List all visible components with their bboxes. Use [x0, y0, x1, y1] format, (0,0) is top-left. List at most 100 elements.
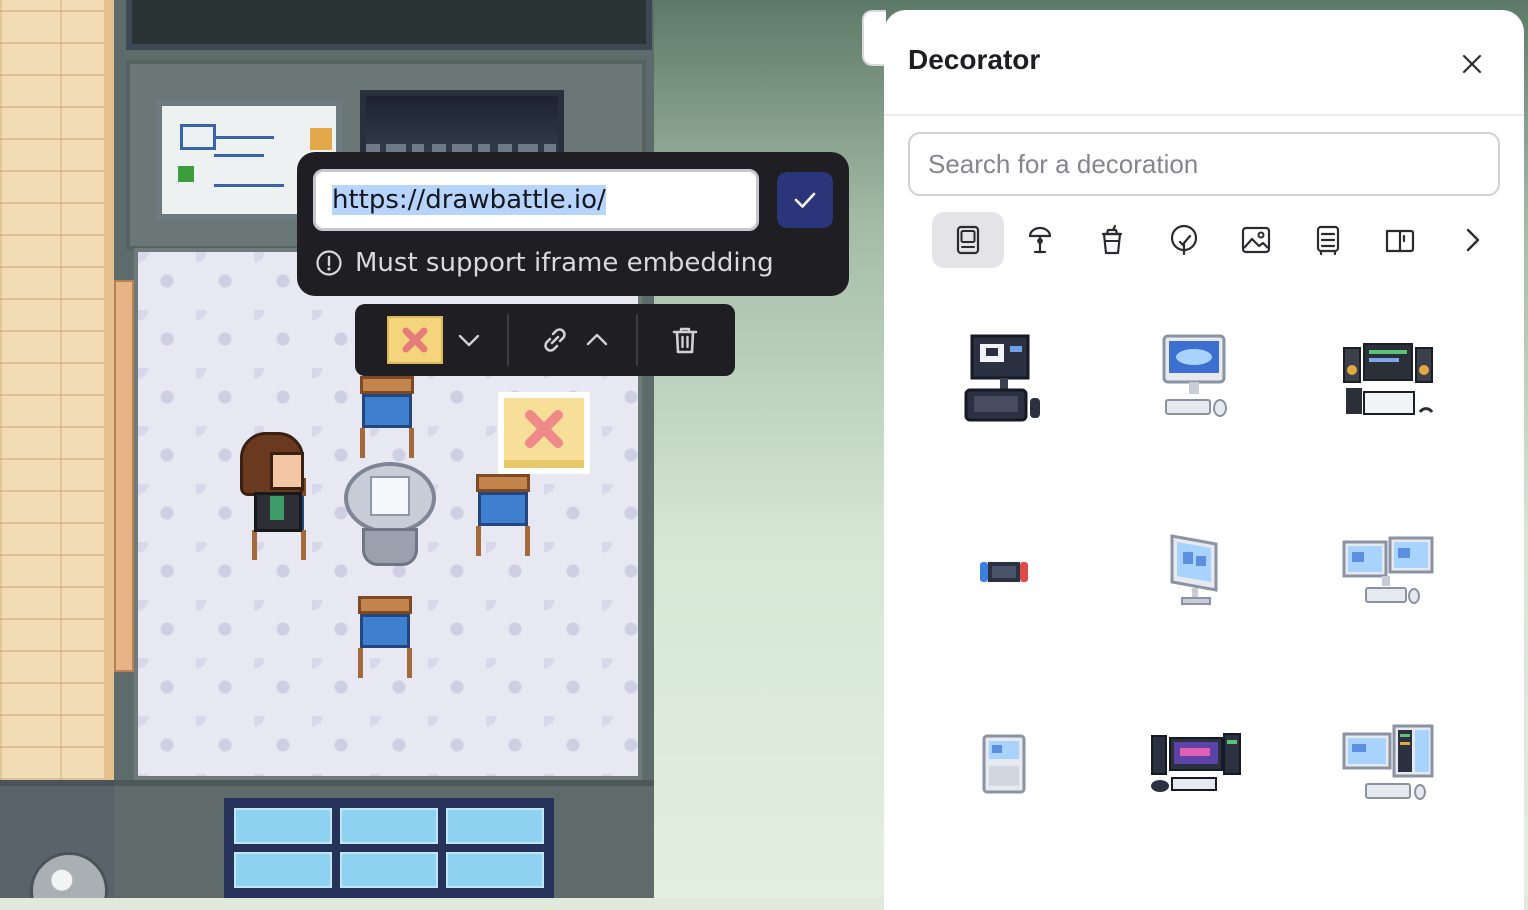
toolbar-separator: [636, 314, 638, 366]
decoration-tablet-keyboard[interactable]: [924, 694, 1084, 834]
broken-embed-icon: [402, 327, 428, 353]
book-icon: [1385, 229, 1415, 253]
category-next-button[interactable]: [1436, 212, 1508, 268]
url-popover: https://drawbattle.io/ Must support ifra…: [297, 152, 849, 296]
url-hint: Must support iframe embedding: [315, 248, 774, 278]
decoration-gaming-setup[interactable]: [1116, 694, 1276, 834]
shelf-icon: [1316, 225, 1340, 256]
brick-wall: [0, 0, 114, 780]
panel-divider: [884, 114, 1524, 116]
panel-title: Decorator: [908, 44, 1041, 75]
player-avatar[interactable]: [240, 432, 312, 552]
close-panel-button[interactable]: [1452, 44, 1492, 84]
whiteboard-box-drawing: [180, 124, 216, 150]
brick-wall-edge: [104, 0, 114, 780]
category-tab-book[interactable]: [1364, 212, 1436, 268]
blue-window: [224, 798, 554, 898]
chevron-down-icon: [458, 334, 480, 347]
whiteboard-line: [214, 154, 264, 157]
chair-seat: [362, 394, 412, 428]
decoration-computer-workstation[interactable]: [924, 310, 1084, 450]
decorator-panel: Decorator: [884, 10, 1524, 910]
chair[interactable]: [354, 596, 416, 678]
decoration-dual-monitor-server[interactable]: [1308, 694, 1468, 834]
imac-desktop-icon: [1162, 334, 1227, 417]
category-tab-shelf[interactable]: [1292, 212, 1364, 268]
gaming-setup-icon: [1151, 733, 1241, 792]
chair-seat: [360, 614, 410, 648]
whiteboard-note: [310, 128, 332, 150]
broken-embed-icon: [525, 410, 563, 448]
embed-object-selected[interactable]: [498, 392, 590, 474]
window-pane: [446, 808, 544, 844]
lamp-icon: [1028, 226, 1052, 254]
chevron-up-icon: [586, 333, 608, 346]
decoration-dual-monitor[interactable]: [1308, 502, 1468, 642]
chair[interactable]: [472, 474, 534, 556]
decoration-music-studio[interactable]: [1308, 310, 1468, 450]
trash-icon: [672, 327, 698, 354]
url-input-value[interactable]: https://drawbattle.io/: [332, 185, 606, 215]
whiteboard-sticky: [178, 166, 194, 182]
cup-icon: [1101, 224, 1123, 255]
whiteboard-line: [214, 184, 284, 187]
computer-icon: [956, 225, 980, 255]
chair-legs: [358, 648, 412, 678]
computer-workstation-icon: [964, 334, 1040, 422]
link-icon: [544, 328, 566, 352]
category-tab-picture[interactable]: [1220, 212, 1292, 268]
dual-monitor-icon: [1342, 536, 1434, 604]
link-button[interactable]: [535, 320, 575, 360]
check-icon: [794, 192, 816, 208]
round-table[interactable]: [344, 462, 436, 566]
info-circle-icon: [316, 250, 342, 276]
avatar-shirt: [270, 496, 284, 520]
tablet-keyboard-icon: [982, 734, 1026, 794]
decoration-game-console[interactable]: [924, 502, 1084, 642]
wooden-pillar: [114, 280, 134, 672]
category-tab-cup[interactable]: [1076, 212, 1148, 268]
chair-back: [360, 376, 414, 394]
window-pane: [340, 852, 438, 888]
window-pane: [234, 852, 332, 888]
chair-seat: [478, 492, 528, 526]
decoration-single-monitor[interactable]: [1116, 502, 1276, 642]
plant-icon: [1170, 224, 1198, 256]
decoration-imac-desktop[interactable]: [1116, 310, 1276, 450]
window-pane: [446, 852, 544, 888]
window-pane: [340, 808, 438, 844]
table-base: [362, 528, 418, 566]
embed-placeholder: [504, 398, 584, 468]
collapsed-side-tab[interactable]: [862, 10, 886, 66]
chair-legs: [360, 428, 414, 458]
confirm-url-button[interactable]: [777, 172, 833, 228]
picture-icon: [1241, 226, 1271, 254]
chair-legs: [476, 526, 530, 556]
toolbar-separator: [507, 314, 509, 366]
link-collapse-button[interactable]: [579, 322, 615, 358]
object-toolbar: [355, 304, 735, 376]
table-papers: [370, 476, 410, 516]
category-tab-plant[interactable]: [1148, 212, 1220, 268]
category-tab-lamp[interactable]: [1004, 212, 1076, 268]
dual-monitor-server-icon: [1342, 724, 1434, 800]
category-tab-tech[interactable]: [932, 212, 1004, 268]
window-pane: [234, 808, 332, 844]
single-monitor-icon: [1170, 534, 1218, 605]
game-console-icon: [980, 562, 1028, 582]
music-studio-icon: [1343, 343, 1434, 415]
chevron-right-icon: [1466, 228, 1480, 252]
embed-thumbnail[interactable]: [387, 316, 443, 364]
top-window: [126, 0, 652, 50]
url-input[interactable]: https://drawbattle.io/: [313, 169, 759, 231]
variant-dropdown-button[interactable]: [451, 322, 487, 358]
delete-button[interactable]: [665, 320, 705, 360]
url-hint-text: Must support iframe embedding: [355, 248, 774, 278]
chair-back: [358, 596, 412, 614]
avatar-face: [270, 452, 304, 490]
close-icon: [1462, 54, 1482, 74]
chair[interactable]: [356, 376, 418, 458]
whiteboard-line: [214, 136, 274, 139]
decoration-search-input[interactable]: [908, 132, 1500, 196]
chair-back: [476, 474, 530, 492]
